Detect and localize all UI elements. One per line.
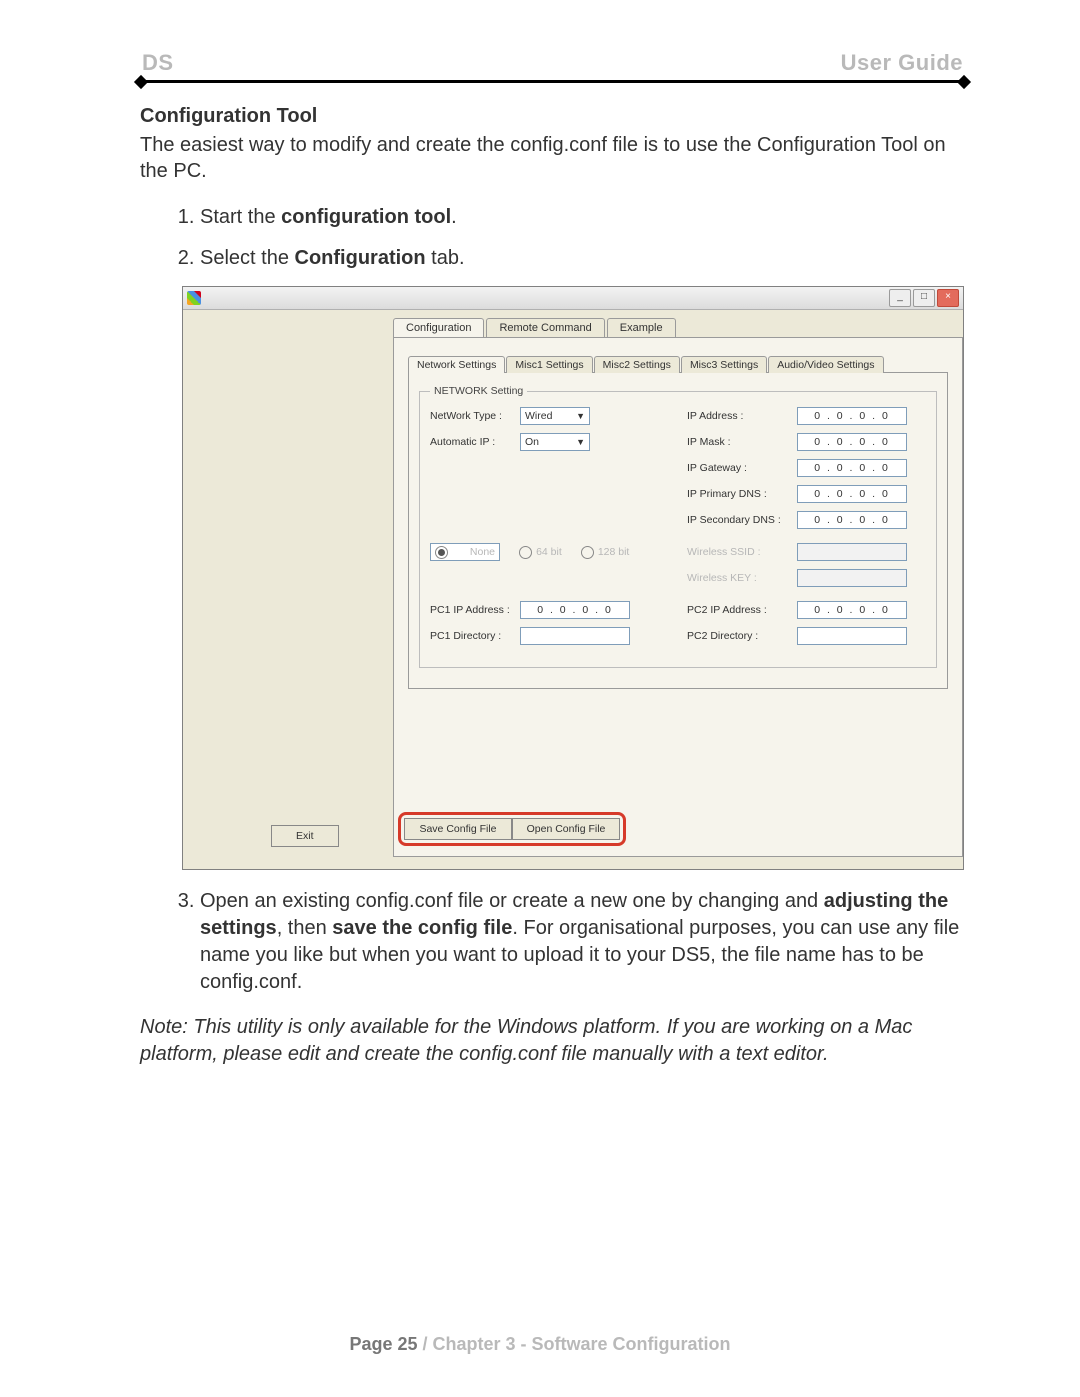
input-pc1-ip[interactable]: 0 . 0 . 0 . 0: [520, 601, 630, 619]
input-wireless-key: [797, 569, 907, 587]
minimize-button[interactable]: _: [889, 289, 911, 307]
label-pc1-dir: PC1 Directory :: [430, 630, 520, 642]
input-pc1-dir[interactable]: [520, 627, 630, 645]
select-network-type[interactable]: Wired▼: [520, 407, 590, 425]
header-rule: [140, 80, 965, 83]
chevron-down-icon: ▼: [576, 437, 585, 447]
header-left: DS: [142, 50, 174, 76]
close-button[interactable]: ×: [937, 289, 959, 307]
input-ip-primary-dns[interactable]: 0 . 0 . 0 . 0: [797, 485, 907, 503]
radio-wep-none[interactable]: None: [430, 543, 500, 561]
tab-remote-command[interactable]: Remote Command: [486, 318, 604, 337]
step-3: Open an existing config.conf file or cre…: [200, 888, 965, 996]
radio-wep-64[interactable]: 64 bit: [519, 546, 562, 559]
save-config-button[interactable]: Save Config File: [404, 818, 512, 840]
label-ip-secondary-dns: IP Secondary DNS :: [687, 514, 797, 526]
configuration-panel: Network Settings Misc1 Settings Misc2 Se…: [393, 337, 963, 857]
input-ip-address[interactable]: 0 . 0 . 0 . 0: [797, 407, 907, 425]
input-pc2-dir[interactable]: [797, 627, 907, 645]
label-ip-mask: IP Mask :: [687, 436, 797, 448]
config-tool-window: _ □ × Configuration Remote Command Examp…: [182, 286, 964, 870]
label-automatic-ip: Automatic IP :: [430, 436, 520, 448]
input-wireless-ssid: [797, 543, 907, 561]
header-right: User Guide: [841, 50, 963, 76]
label-wireless-ssid: Wireless SSID :: [687, 546, 797, 558]
subtab-av[interactable]: Audio/Video Settings: [768, 356, 883, 373]
chevron-down-icon: ▼: [576, 411, 585, 421]
open-config-button[interactable]: Open Config File: [512, 818, 620, 840]
step-list: Start the configuration tool. Select the…: [140, 204, 965, 272]
input-ip-mask[interactable]: 0 . 0 . 0 . 0: [797, 433, 907, 451]
section-title: Configuration Tool: [140, 105, 965, 128]
label-wireless-key: Wireless KEY :: [687, 572, 797, 584]
page-footer: Page 25 / Chapter 3 - Software Configura…: [0, 1334, 1080, 1355]
group-legend: NETWORK Setting: [430, 385, 527, 397]
intro-paragraph: The easiest way to modify and create the…: [140, 132, 965, 184]
step-2: Select the Configuration tab.: [200, 245, 965, 272]
network-settings-panel: NETWORK Setting NetWork Type : Wired▼: [408, 372, 948, 689]
step-1: Start the configuration tool.: [200, 204, 965, 231]
subtab-misc2[interactable]: Misc2 Settings: [594, 356, 680, 373]
step-list-continued: Open an existing config.conf file or cre…: [140, 888, 965, 996]
app-icon: [187, 291, 201, 305]
input-ip-secondary-dns[interactable]: 0 . 0 . 0 . 0: [797, 511, 907, 529]
network-setting-group: NETWORK Setting NetWork Type : Wired▼: [419, 385, 937, 668]
label-pc2-dir: PC2 Directory :: [687, 630, 797, 642]
radio-wep-128[interactable]: 128 bit: [581, 546, 630, 559]
maximize-button[interactable]: □: [913, 289, 935, 307]
highlighted-buttons: Save Config File Open Config File: [398, 812, 626, 846]
input-ip-gateway[interactable]: 0 . 0 . 0 . 0: [797, 459, 907, 477]
tab-example[interactable]: Example: [607, 318, 676, 337]
label-network-type: NetWork Type :: [430, 410, 520, 422]
window-titlebar[interactable]: _ □ ×: [183, 287, 963, 310]
exit-button[interactable]: Exit: [271, 825, 339, 847]
label-ip-primary-dns: IP Primary DNS :: [687, 488, 797, 500]
platform-note: Note: This utility is only available for…: [140, 1014, 965, 1068]
label-pc2-ip: PC2 IP Address :: [687, 604, 797, 616]
label-pc1-ip: PC1 IP Address :: [430, 604, 520, 616]
input-pc2-ip[interactable]: 0 . 0 . 0 . 0: [797, 601, 907, 619]
subtab-network[interactable]: Network Settings: [408, 356, 505, 373]
label-ip-gateway: IP Gateway :: [687, 462, 797, 474]
subtab-misc1[interactable]: Misc1 Settings: [506, 356, 592, 373]
tab-configuration[interactable]: Configuration: [393, 318, 484, 337]
subtab-misc3[interactable]: Misc3 Settings: [681, 356, 767, 373]
label-ip-address: IP Address :: [687, 410, 797, 422]
select-automatic-ip[interactable]: On▼: [520, 433, 590, 451]
